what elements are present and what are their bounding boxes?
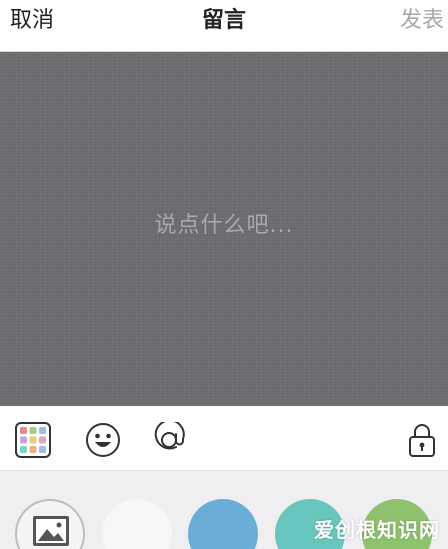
lock-icon[interactable] bbox=[407, 422, 437, 458]
message-input-area[interactable]: 说点什么吧... bbox=[0, 52, 448, 406]
nav-bar: 取消 留言 发表 bbox=[0, 0, 448, 52]
publish-button[interactable]: 发表 bbox=[400, 8, 444, 34]
image-background-option[interactable] bbox=[15, 499, 85, 549]
emoji-icon[interactable] bbox=[85, 422, 121, 458]
compose-screen: 取消 留言 发表 说点什么吧... 爱创根知识网 bbox=[0, 0, 448, 549]
message-placeholder: 说点什么吧... bbox=[154, 213, 294, 238]
background-swatch-blue[interactable] bbox=[188, 499, 258, 549]
page-title: 留言 bbox=[201, 8, 246, 33]
watermark: 爱创根知识网 bbox=[314, 518, 440, 542]
background-palette: 爱创根知识网 bbox=[0, 470, 448, 549]
color-grid-icon[interactable] bbox=[15, 422, 51, 458]
mention-icon[interactable] bbox=[151, 422, 187, 458]
image-icon bbox=[33, 516, 69, 546]
background-swatch-white[interactable] bbox=[102, 499, 172, 549]
editor-toolbar bbox=[0, 406, 448, 470]
